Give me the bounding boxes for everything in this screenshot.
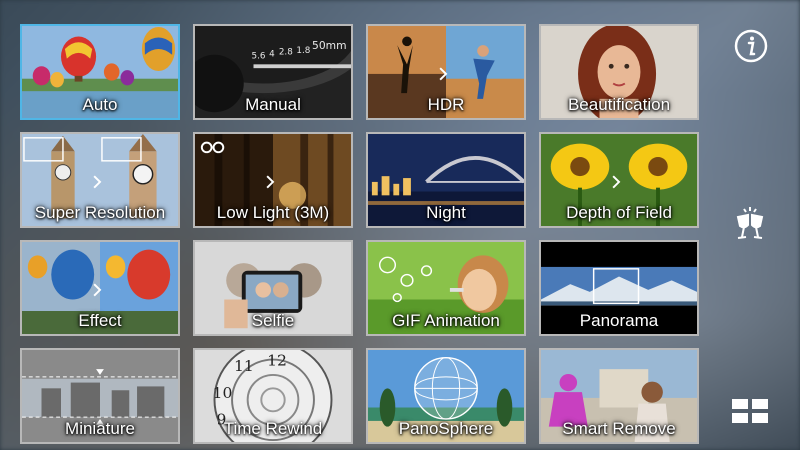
mode-tile-auto[interactable]: Auto — [20, 24, 180, 120]
mode-tile-panorama[interactable]: Panorama — [539, 240, 699, 336]
mode-tile-miniature[interactable]: Miniature — [20, 348, 180, 444]
mode-label: Low Light (3M) — [216, 203, 330, 222]
camera-mode-grid: Auto 5.6 4 2.8 1.8 50mm Manual HDR Beaut… — [20, 24, 699, 444]
cheers-icon[interactable] — [730, 205, 770, 245]
svg-text:2.8: 2.8 — [279, 48, 293, 58]
mode-label: Auto — [82, 95, 118, 114]
mode-label: Beautification — [567, 95, 671, 114]
svg-text:10: 10 — [213, 384, 233, 402]
grid-layout-icon[interactable] — [730, 397, 770, 425]
mode-label: Time Rewind — [223, 419, 323, 438]
mode-label: Depth of Field — [566, 203, 672, 222]
svg-text:12: 12 — [267, 351, 287, 369]
mode-tile-smart-remove[interactable]: Smart Remove — [539, 348, 699, 444]
svg-text:50mm: 50mm — [312, 39, 347, 52]
mode-tile-night[interactable]: Night — [366, 132, 526, 228]
svg-text:11: 11 — [234, 357, 254, 375]
mode-tile-depth-of-field[interactable]: Depth of Field — [539, 132, 699, 228]
svg-text:1.8: 1.8 — [296, 46, 310, 56]
mode-label: GIF Animation — [392, 311, 500, 330]
svg-text:4: 4 — [269, 50, 275, 60]
mode-label: Effect — [78, 311, 122, 330]
mode-tile-effect[interactable]: Effect — [20, 240, 180, 336]
info-icon[interactable] — [733, 28, 769, 64]
mode-tile-super-resolution[interactable]: Super Resolution — [20, 132, 180, 228]
mode-label: Night — [426, 203, 466, 222]
mode-tile-panosphere[interactable]: PanoSphere — [366, 348, 526, 444]
mode-label: Smart Remove — [562, 419, 676, 438]
mode-label: HDR — [427, 95, 465, 114]
mode-tile-gif-animation[interactable]: GIF Animation — [366, 240, 526, 336]
mode-label: Miniature — [65, 419, 135, 438]
mode-label: Panorama — [579, 311, 659, 330]
mode-label: PanoSphere — [398, 419, 494, 438]
mode-tile-low-light[interactable]: Low Light (3M) — [193, 132, 353, 228]
mode-label: Selfie — [251, 311, 295, 330]
mode-tile-time-rewind[interactable]: 11 12 10 9 Time Rewind — [193, 348, 353, 444]
mode-tile-selfie[interactable]: Selfie — [193, 240, 353, 336]
mode-tile-beautification[interactable]: Beautification — [539, 24, 699, 120]
svg-text:5.6: 5.6 — [252, 52, 266, 62]
mode-label: Super Resolution — [34, 203, 166, 222]
mode-tile-manual[interactable]: 5.6 4 2.8 1.8 50mm Manual — [193, 24, 353, 120]
mode-label: Manual — [245, 95, 301, 114]
mode-tile-hdr[interactable]: HDR — [366, 24, 526, 120]
